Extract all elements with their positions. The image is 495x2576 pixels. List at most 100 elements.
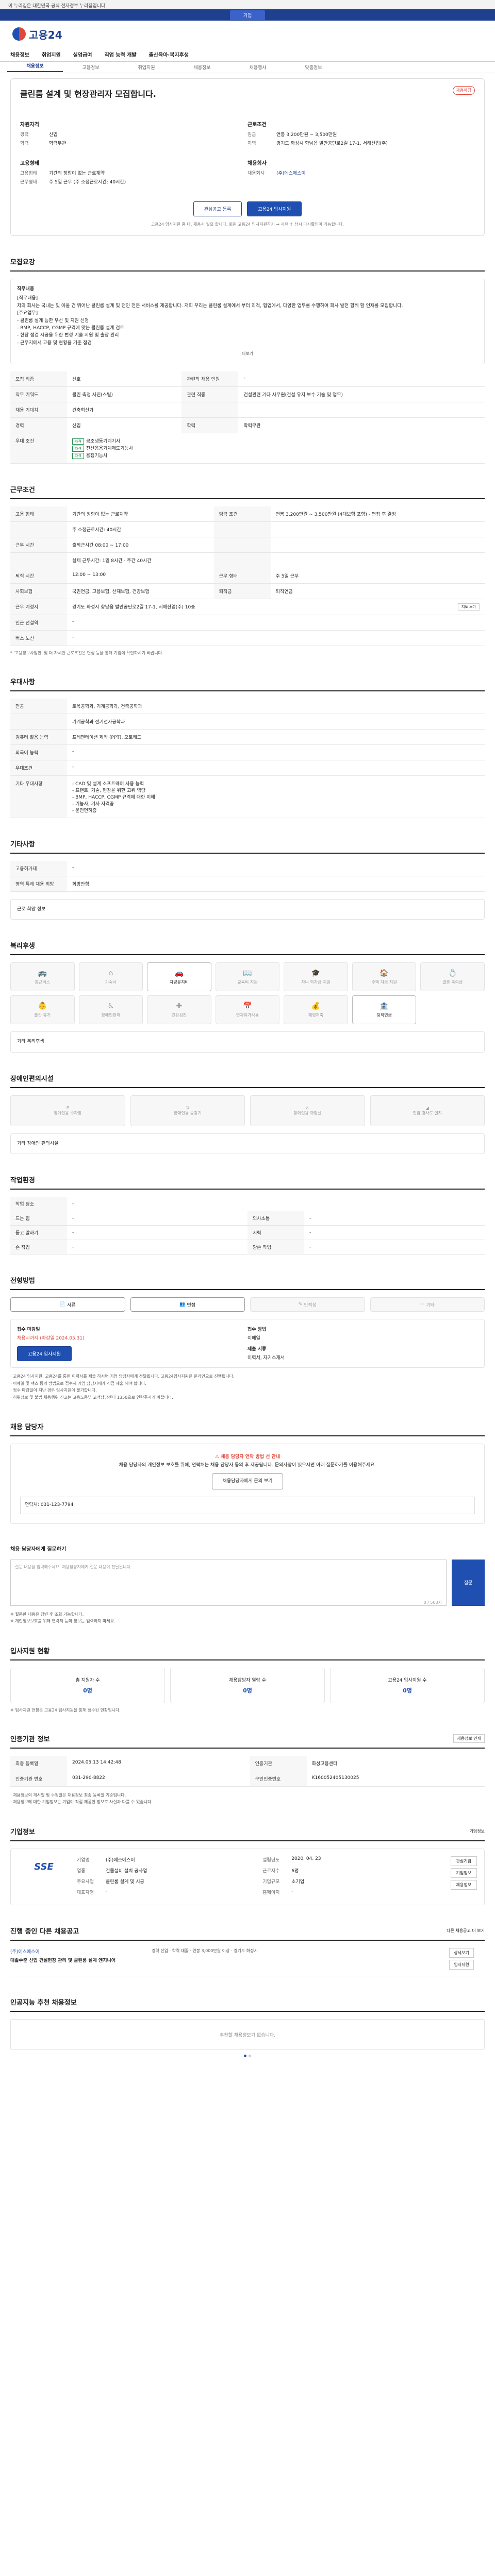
welfare-card: 🎓 자녀 학자금 지원 (284, 962, 348, 992)
stat-card: 총 지원자 수 0명 (10, 1667, 165, 1703)
work-address: 경기도 화성시 향남읍 발안공단로2길 17-1, 서해산업(주) 10층 (72, 604, 195, 610)
welfare-card: ♿ 장애인편의 (78, 995, 143, 1025)
box-title: 직무내용 (17, 286, 35, 292)
table-value: 화성고용센터 (306, 1755, 485, 1771)
kv-value: - (291, 1889, 293, 1894)
lnb-tab[interactable]: 맞춤정보 (286, 64, 341, 71)
kv-value: 6명 (291, 1869, 299, 1874)
welfare-card: 💍 결혼 축의금 (420, 962, 485, 992)
apply-button-2[interactable]: 고용24 입사지원 (17, 1346, 72, 1362)
other-detail-button[interactable]: 상세보기 (449, 1948, 474, 1958)
note-item: 채용정보의 게시일 및 수정일은 채용정보 최종 등록일 기준입니다. (10, 1792, 485, 1799)
stats-section: 입사지원 현황 총 지원자 수 0명 채용담당자 열람 수 0명 고용24 입사지원… (10, 1646, 485, 1713)
other-more-link[interactable]: 다른 채용공고 더 보기 (447, 1928, 485, 1934)
etc-icon: ⋯ (420, 1302, 426, 1308)
desc-line: - BMP, HACCP, CGMP 규격에 맞는 클린룸 설계 검토 (17, 325, 124, 331)
table-key: 관련 직종 (182, 386, 239, 402)
char-counter: 0 / 500자 (423, 1600, 442, 1605)
table-value: 건설관련 기타 사무원(건설 유지·보수 기술 및 업무) (238, 386, 485, 402)
section-title: 모집요강 (10, 257, 485, 272)
welfare-label: 재형저축 (308, 1012, 324, 1018)
kv-key: 경력 (20, 132, 29, 138)
gnb-item[interactable]: 출산육아·복지후생 (143, 50, 195, 58)
apply-button[interactable]: 고용24 입사지원 (247, 201, 302, 216)
table-key (10, 714, 67, 730)
welfare-note-box: 기타 복리후생 (10, 1031, 485, 1053)
question-submit-button[interactable]: 질문 (452, 1559, 485, 1606)
desc-line: 저의 회사는 국내는 및 아울 건 뛰어난 클린룸 설계 및 전인 전문 서비스… (17, 303, 403, 309)
method-value: 이메일 (248, 1336, 260, 1342)
welfare-label: 통근버스 (35, 979, 50, 985)
table-value: 기계공학과 전기전자공학과 (67, 714, 485, 730)
contact-view-button[interactable]: 채용담당자에게 문의 보기 (211, 1473, 284, 1490)
lnb-tab[interactable]: 채용정보 (7, 62, 63, 72)
note-item: 채용정보에 대한 기업정보는 기업이 직접 제공한 정보로 사실과 다를 수 있… (10, 1799, 485, 1806)
table-value: 신입 (67, 417, 182, 433)
table-key: 구인인증번호 (250, 1771, 307, 1787)
company-heading: 채용회사 (248, 161, 267, 166)
stats-note: ※ 입사지원 현황은 고용24 입사지원을 통해 접수된 현황입니다. (10, 1707, 121, 1713)
gnb-item[interactable]: 직업 능력 개발 (98, 50, 142, 58)
cert-item: 용접기능사 (86, 453, 108, 459)
other-job-item[interactable]: (주)에스에스이 대졸수준 신입 건설현장 관리 및 클린룸 설계 엔지니어 경… (10, 1948, 485, 1977)
table-row: 기계공학과 전기전자공학과 (10, 714, 485, 730)
desc-line: - 현장 점검 시공을 위한 변경 기술 지원 및 출장 관리 (17, 333, 119, 338)
bookmark-button[interactable]: 관심공고 등록 (193, 201, 242, 216)
company-info: 기업명 (주)에스에스이 설립년도 2020. 04. 23 업종 건물설비 설치 공… (77, 1856, 443, 1897)
company-logo: SSE (34, 1861, 54, 1872)
table-key: 경력 (10, 417, 67, 433)
table-key: 인증기관 (250, 1755, 307, 1771)
carousel-dot[interactable] (244, 2055, 246, 2058)
gnb-item[interactable]: 채용정보 (4, 50, 36, 58)
section-title: 작업환경 (10, 1175, 485, 1190)
table-value: - CAD 및 설계 소프트웨어 사용 능력 - 프랜트, 기술, 현장을 위한… (67, 775, 485, 818)
lnb-tab[interactable]: 채용정보 (174, 64, 230, 71)
work-table: 고용 형태 기간의 정함이 없는 근로계약 임금 조건 연봉 3,200만원 ~ 3,… (10, 506, 485, 646)
print-button[interactable]: 채용정보 인쇄 (453, 1734, 485, 1743)
table-value: 12:00 ~ 13:00 (67, 568, 214, 584)
etc-table: 고용허가제 - 병역 특례 채용 희망 희망안함 (10, 860, 485, 892)
welfare-card: 📅 연차휴가사용 (215, 995, 280, 1025)
welfare-card: 🚗 차량유지비 (147, 962, 211, 992)
etc-note-box: 근로 희망 정보 (10, 899, 485, 920)
table-key: 기타 우대사항 (10, 775, 67, 818)
welfare-label: 출산 휴가 (34, 1012, 51, 1018)
company-jobs-button[interactable]: 채용정보 (450, 1880, 477, 1890)
qa-notes: ※ 질문한 내용은 답변 후 조회 가능합니다. ※ 개인정보보호를 위해 연락… (10, 1611, 485, 1625)
question-textarea[interactable]: 질문 내용을 입력해주세요. 채용담당자에게 질문 내용이 전달됩니다. 0 /… (10, 1559, 447, 1606)
job-title: 클린룸 설계 및 현장관리자 모집합니다. (20, 89, 156, 99)
other-apply-button[interactable]: 입사지원 (449, 1960, 474, 1970)
kv-key: 기업규모 (262, 1879, 280, 1885)
kv-value: 건물설비 설치 공사업 (106, 1869, 147, 1874)
more-button[interactable]: 더보기 (17, 347, 478, 358)
carousel-dot[interactable] (249, 2055, 251, 2058)
site-logo[interactable]: 고용24 (12, 27, 62, 42)
company-link[interactable]: (주)에스에스이 (276, 170, 475, 176)
gnb-item[interactable]: 취업지원 (36, 50, 67, 58)
company-info-button[interactable]: 기업정보 (450, 1868, 477, 1878)
kv-value: - (106, 1889, 108, 1894)
other-title[interactable]: 대졸수준 신입 건설현장 관리 및 클린룸 설계 엔지니어 (10, 1957, 144, 1963)
company-bookmark-button[interactable]: 관심기업 (450, 1856, 477, 1867)
cap-icon: 🎓 (311, 969, 321, 977)
kv-key: 설립년도 (262, 1858, 280, 1863)
dorm-icon: ⌂ (108, 969, 113, 977)
lnb-tab[interactable]: 고용정보 (63, 64, 119, 71)
lnb-tab[interactable]: 채용행사 (230, 64, 286, 71)
table-row: 고용 형태 기간의 정함이 없는 근로계약 임금 조건 연봉 3,200만원 ~ 3,… (10, 506, 485, 522)
table-key: 사회보험 (10, 583, 67, 599)
table-value: 토목공학과, 기계공학과, 건축공학과 (67, 698, 485, 714)
gnb-item[interactable]: 실업급여 (67, 50, 98, 58)
desc-line: - 근무지에서 고용 및 현황을 기준 점검 (17, 340, 92, 346)
kv-key: 업종 (77, 1869, 86, 1874)
logo-icon (12, 27, 26, 41)
company-more-link[interactable]: 기업정보 (470, 1828, 485, 1834)
method-card: 📄 서류 (10, 1297, 125, 1312)
user-type-button[interactable]: 기업 (229, 10, 266, 20)
section-title: 기타사항 (10, 839, 485, 854)
table-value: 학력무관 (238, 417, 485, 433)
map-button[interactable]: 지도 보기 (458, 603, 480, 611)
table-value: - (67, 1225, 248, 1241)
selection-methods: 📄 서류 👥 면접 ✎ 인적성 ⋯ 기타 (10, 1297, 485, 1312)
lnb-tab[interactable]: 취업지원 (119, 64, 174, 71)
